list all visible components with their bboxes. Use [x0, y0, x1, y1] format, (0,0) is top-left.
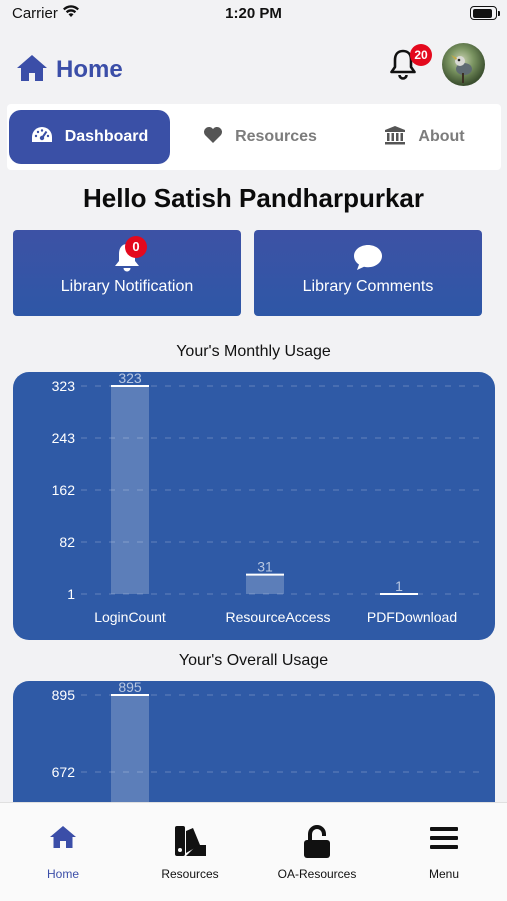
nav-label: OA-Resources — [277, 867, 357, 881]
monthly-usage-title: Your's Monthly Usage — [176, 343, 331, 360]
chart-canvas: 323 243 162 82 1 323 31 1 LoginCount ResourceAcce… — [52, 372, 487, 625]
tab-label: Dashboard — [64, 128, 149, 145]
nav-resources[interactable]: Resources — [127, 803, 253, 901]
data-label: 895 — [118, 681, 142, 695]
home-icon — [49, 825, 77, 854]
data-label: 1 — [395, 578, 403, 594]
tab-resources[interactable]: Resources — [185, 110, 335, 164]
nav-label: Resources — [161, 867, 219, 881]
nav-label: Home — [46, 867, 79, 881]
y-tick-label: 82 — [59, 534, 75, 550]
monthly-usage-chart: 323 243 162 82 1 323 31 1 LoginCount ResourceAcce… — [13, 372, 495, 640]
battery-icon — [470, 6, 500, 20]
y-tick-label: 895 — [52, 687, 76, 703]
tab-about[interactable]: About — [352, 110, 497, 164]
x-category-label: LoginCount — [94, 609, 166, 625]
unlock-icon — [302, 825, 332, 864]
bar-resourceaccess — [246, 574, 284, 594]
x-category-label: ResourceAccess — [225, 609, 330, 625]
tab-label: About — [418, 128, 465, 145]
x-category-label: PDFDownload — [367, 609, 457, 625]
tab-label: Resources — [235, 128, 317, 145]
resources-swatch-icon — [173, 825, 207, 862]
app-header: Home 20 — [0, 26, 507, 102]
card-label: Library Notification — [60, 278, 194, 295]
clock: 1:20 PM — [225, 5, 282, 22]
tab-dashboard[interactable]: Dashboard — [9, 110, 170, 164]
page-title: Home — [56, 56, 123, 83]
top-tab-bar: Dashboard Resources About — [7, 104, 501, 170]
notification-count-badge: 20 — [410, 44, 432, 66]
notification-count-badge: 0 — [125, 236, 147, 258]
y-tick-label: 162 — [52, 482, 76, 498]
greeting-heading: Hello Satish Pandharpurkar — [83, 183, 424, 213]
institution-icon — [384, 125, 406, 150]
nav-menu[interactable]: Menu — [381, 803, 507, 901]
library-comments-card[interactable]: Library Comments — [254, 230, 482, 316]
nav-home[interactable]: Home — [0, 803, 126, 901]
y-tick-label: 1 — [67, 586, 75, 602]
y-tick-label: 243 — [52, 430, 76, 446]
card-label: Library Comments — [302, 278, 434, 295]
overall-usage-title: Your's Overall Usage — [178, 652, 329, 669]
status-bar: Carrier 1:20 PM — [0, 0, 507, 26]
comment-icon — [352, 242, 384, 277]
menu-icon — [429, 825, 459, 856]
avatar[interactable] — [442, 43, 485, 86]
data-label: 31 — [257, 559, 273, 575]
data-label: 323 — [118, 372, 142, 386]
nav-label: Menu — [428, 867, 460, 881]
dashboard-gauge-icon — [31, 126, 53, 149]
y-tick-label: 672 — [52, 764, 76, 780]
bar-logincount — [111, 386, 149, 594]
heart-icon — [203, 126, 223, 149]
home-icon — [16, 54, 48, 87]
bottom-navigation: Home Resources OA-Resources Menu — [0, 802, 507, 901]
nav-oa-resources[interactable]: OA-Resources — [254, 803, 380, 901]
y-tick-label: 323 — [52, 378, 76, 394]
